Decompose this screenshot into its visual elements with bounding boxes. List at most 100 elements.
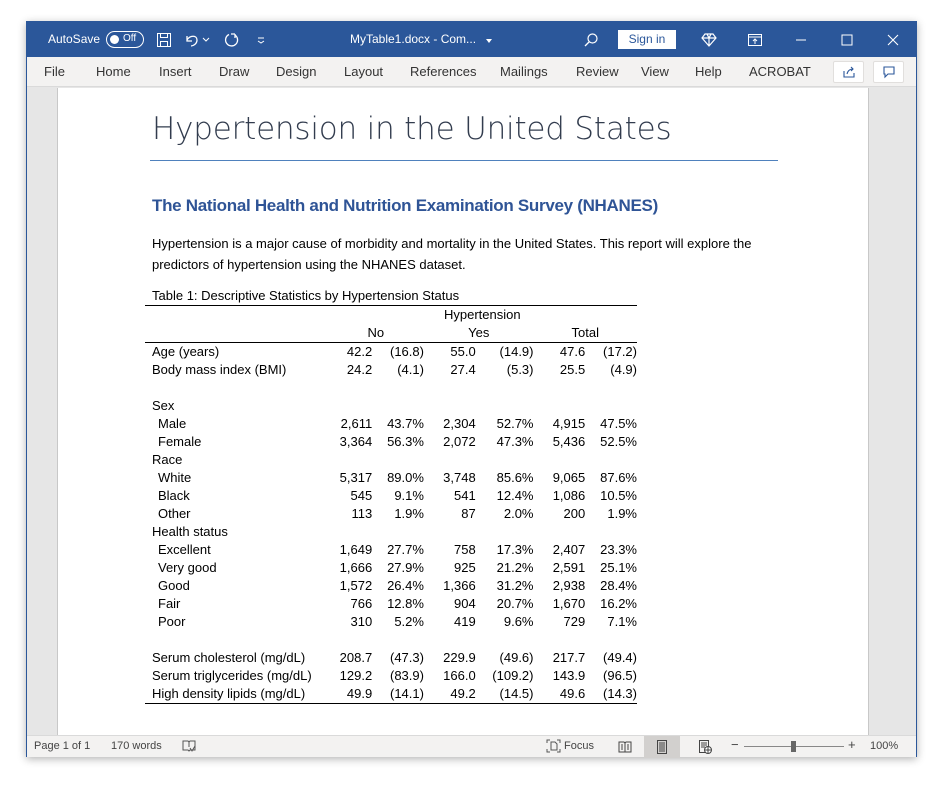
row-label: Other [158, 506, 191, 521]
read-mode-icon [618, 741, 632, 753]
table-row: Body mass index (BMI) 24.2 (4.1) 27.4 (5.3) 2… [145, 361, 637, 379]
group-header-total: Total [533, 324, 637, 343]
autosave-toggle[interactable]: Off [106, 31, 144, 48]
cell-value: (4.1) [397, 362, 424, 377]
read-mode-button[interactable] [607, 736, 643, 758]
word-count[interactable]: 170 words [111, 740, 162, 752]
cell-value: (96.5) [603, 668, 637, 683]
cell-value [328, 379, 373, 397]
tab-view[interactable]: View [641, 64, 669, 79]
table-row: Health status [145, 523, 637, 541]
table-row: Serum cholesterol (mg/dL) 208.7 (47.3) 229.… [145, 649, 637, 667]
table-group-header-row: No Yes Total [145, 324, 637, 343]
tab-review[interactable]: Review [576, 64, 619, 79]
cell-value: 27.7% [387, 542, 424, 557]
title-dropdown-icon[interactable] [484, 31, 494, 51]
cell-value: 419 [453, 614, 476, 629]
maximize-icon[interactable] [837, 30, 857, 50]
zoom-level[interactable]: 100% [870, 740, 898, 752]
undo-icon[interactable] [182, 30, 202, 50]
cell-value: 3,748 [443, 470, 476, 485]
tab-help[interactable]: Help [695, 64, 722, 79]
table-row: Fair 766 12.8% 904 20.7% 1,670 16.2% [145, 595, 637, 613]
row-label: Excellent [158, 542, 211, 557]
web-layout-button[interactable] [687, 736, 723, 758]
cell-value [328, 523, 373, 541]
tab-insert[interactable]: Insert [159, 64, 192, 79]
table-spanner-row: Hypertension [145, 306, 637, 325]
document-title[interactable]: MyTable1.docx - Com... [350, 32, 476, 46]
tab-draw[interactable]: Draw [219, 64, 249, 79]
cell-value: (83.9) [389, 668, 424, 683]
cell-value [424, 379, 476, 397]
print-layout-button[interactable] [644, 736, 680, 758]
cell-value [585, 451, 637, 469]
row-label: Good [158, 578, 190, 593]
cell-value [476, 631, 534, 649]
toggle-knob [110, 35, 119, 44]
cell-value: 729 [563, 614, 586, 629]
zoom-out-button[interactable]: − [731, 737, 739, 752]
cell-value: 43.7% [387, 416, 424, 431]
tab-design[interactable]: Design [276, 64, 316, 79]
proofing-icon[interactable] [182, 739, 196, 756]
minimize-icon[interactable] [791, 30, 811, 50]
row-label: Poor [158, 614, 186, 629]
cell-value: 87 [461, 506, 476, 521]
cell-value: 5,436 [552, 434, 586, 449]
page-count[interactable]: Page 1 of 1 [34, 740, 90, 752]
document-page[interactable]: Hypertension in the United States The Na… [57, 88, 869, 735]
cell-value [585, 631, 637, 649]
search-icon[interactable] [581, 30, 601, 50]
focus-icon[interactable] [546, 739, 561, 756]
table-row: Sex [145, 397, 637, 415]
save-icon[interactable] [154, 30, 174, 50]
table-row: Age (years) 42.2 (16.8) 55.0 (14.9) 47.6 (17.2… [145, 343, 637, 362]
cell-value [372, 631, 424, 649]
comments-button[interactable] [873, 61, 904, 83]
cell-value [372, 523, 424, 541]
tab-file[interactable]: File [44, 64, 65, 79]
row-label: Serum triglycerides (mg/dL) [152, 668, 312, 683]
tab-acrobat[interactable]: ACROBAT [749, 64, 811, 79]
row-label: Health status [152, 524, 228, 539]
cell-value: 229.9 [443, 650, 476, 665]
descriptive-stats-table: Hypertension No Yes Total Age (years) 42.… [145, 305, 637, 704]
tab-references[interactable]: References [410, 64, 476, 79]
cell-value: 1,649 [339, 542, 373, 557]
tab-mailings[interactable]: Mailings [500, 64, 548, 79]
row-label: High density lipids (mg/dL) [152, 686, 306, 701]
title-rule [150, 160, 778, 161]
table-row [145, 631, 637, 649]
document-subtitle-heading: The National Health and Nutrition Examin… [152, 196, 658, 215]
tab-home[interactable]: Home [96, 64, 131, 79]
document-title-heading: Hypertension in the United States [152, 111, 672, 147]
cell-value [534, 523, 586, 541]
table-row: Good 1,572 26.4% 1,366 31.2% 2,938 28.4% [145, 577, 637, 595]
row-label: Black [158, 488, 190, 503]
cell-value: 27.9% [387, 560, 424, 575]
tab-layout[interactable]: Layout [344, 64, 383, 79]
customize-qat-icon[interactable] [251, 30, 271, 50]
cell-value: 9.6% [503, 614, 534, 629]
cell-value [476, 379, 534, 397]
table-row: White 5,317 89.0% 3,748 85.6% 9,065 87.6% [145, 469, 637, 487]
cell-value [328, 631, 373, 649]
undo-dropdown-icon[interactable] [201, 30, 211, 50]
premium-diamond-icon[interactable] [699, 30, 719, 50]
focus-button[interactable]: Focus [564, 740, 594, 752]
ribbon-display-icon[interactable] [745, 30, 765, 50]
row-label: White [158, 470, 192, 485]
redo-icon[interactable] [222, 30, 242, 50]
zoom-slider[interactable] [744, 741, 844, 752]
cell-value: (4.9) [610, 362, 637, 377]
cell-value: 52.5% [600, 434, 637, 449]
zoom-slider-thumb[interactable] [791, 741, 796, 752]
sign-in-button[interactable]: Sign in [618, 30, 676, 49]
cell-value: 143.9 [552, 668, 586, 683]
cell-value: 5.2% [394, 614, 424, 629]
document-body: Hypertension in the United States The Na… [58, 88, 868, 735]
zoom-in-button[interactable]: + [848, 737, 856, 752]
share-button[interactable] [833, 61, 864, 83]
close-icon[interactable] [883, 30, 903, 50]
